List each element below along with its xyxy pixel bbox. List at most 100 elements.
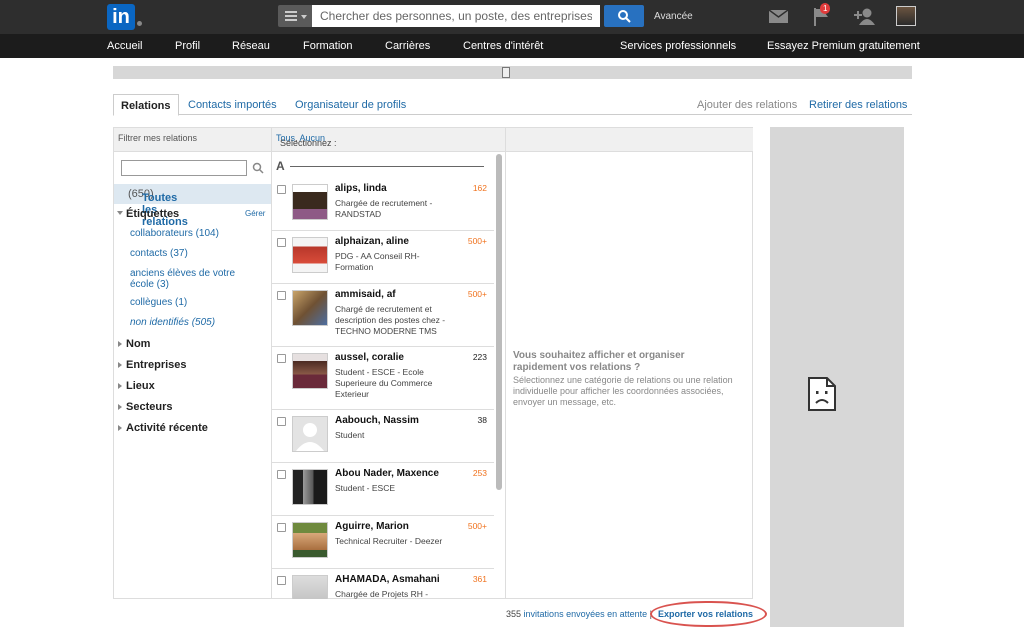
- advanced-search-link[interactable]: Avancée: [654, 11, 693, 22]
- contact-photo[interactable]: [292, 237, 328, 273]
- contact-name[interactable]: Abou Nader, Maxence: [335, 468, 439, 479]
- remove-connections-link[interactable]: Retirer des relations: [809, 99, 907, 111]
- contact-name[interactable]: alips, linda: [335, 183, 387, 194]
- add-connections-link[interactable]: Ajouter des relations: [697, 99, 797, 111]
- filter-title: Filtrer mes relations: [118, 133, 198, 143]
- contact-connection-count: 38: [477, 415, 487, 425]
- tab-relations[interactable]: Relations: [113, 94, 179, 116]
- contact-checkbox[interactable]: [277, 238, 286, 247]
- tag-item[interactable]: contacts (37): [130, 248, 188, 259]
- list-item[interactable]: ammisaid, af Chargé de recrutement et de…: [272, 285, 494, 347]
- contact-checkbox[interactable]: [277, 291, 286, 300]
- contact-name[interactable]: Aabouch, Nassim: [335, 415, 419, 426]
- nav-item-network[interactable]: Réseau: [232, 40, 270, 52]
- search-type-dropdown[interactable]: [278, 5, 312, 27]
- filter-input[interactable]: [121, 160, 247, 176]
- list-item[interactable]: Abou Nader, Maxence Student - ESCE 253: [272, 464, 494, 516]
- scrollbar[interactable]: [496, 154, 502, 490]
- divider: [290, 166, 484, 167]
- caret-down-icon[interactable]: [117, 211, 123, 215]
- contact-checkbox[interactable]: [277, 470, 286, 479]
- tag-item[interactable]: non identifiés (505): [130, 317, 215, 328]
- avatar[interactable]: [896, 6, 916, 26]
- contact-photo[interactable]: [292, 290, 328, 326]
- contact-title: Student - ESCE - Ecole Superieure du Com…: [335, 367, 433, 399]
- contact-name[interactable]: aussel, coralie: [335, 352, 404, 363]
- list-item[interactable]: aussel, coralie Student - ESCE - Ecole S…: [272, 348, 494, 410]
- linkedin-logo[interactable]: in: [107, 4, 135, 30]
- tags-section-title[interactable]: Étiquettes: [126, 208, 179, 220]
- list-item[interactable]: alips, linda Chargée de recrutement - RA…: [272, 179, 494, 231]
- tag-item[interactable]: collaborateurs (104): [130, 228, 219, 239]
- caret-right-icon[interactable]: [118, 383, 122, 389]
- list-item[interactable]: Aabouch, Nassim Student 38: [272, 411, 494, 463]
- broken-image-icon: [502, 67, 510, 78]
- list-item[interactable]: alphaizan, aline PDG - AA Conseil RH-For…: [272, 232, 494, 284]
- detail-header: [505, 128, 753, 152]
- pending-invitations-link[interactable]: invitations envoyées en attente: [524, 609, 648, 619]
- ad-sidebar: [770, 127, 904, 627]
- contacts-list[interactable]: A alips, linda Chargée de recrutement - …: [271, 152, 505, 599]
- select-controls: Sélectionnez : Tous, Aucun: [276, 133, 337, 148]
- contact-photo[interactable]: [292, 353, 328, 389]
- contact-checkbox[interactable]: [277, 576, 286, 585]
- contact-checkbox[interactable]: [277, 354, 286, 363]
- filter-section-industries[interactable]: Secteurs: [126, 401, 172, 413]
- contact-connection-count: 500+: [467, 236, 487, 246]
- list-item[interactable]: AHAMADA, Asmahani Chargée de Projets RH …: [272, 570, 494, 599]
- contact-title: Chargée de Projets RH -: [335, 589, 429, 599]
- nav-item-profile[interactable]: Profil: [175, 40, 200, 52]
- search-button[interactable]: [604, 5, 644, 27]
- caret-right-icon[interactable]: [118, 362, 122, 368]
- sad-document-icon: [808, 377, 836, 411]
- caret-right-icon[interactable]: [118, 404, 122, 410]
- tab-imported-contacts[interactable]: Contacts importés: [188, 99, 277, 111]
- nav-item-home[interactable]: Accueil: [107, 40, 142, 52]
- contact-checkbox[interactable]: [277, 523, 286, 532]
- filter-section-companies[interactable]: Entreprises: [126, 359, 187, 371]
- nav-item-pro-services[interactable]: Services professionnels: [620, 40, 736, 52]
- pending-count: 355: [506, 609, 522, 619]
- tag-item[interactable]: collègues (1): [130, 297, 187, 308]
- nav-item-careers[interactable]: Carrières: [385, 40, 430, 52]
- contact-name[interactable]: Aguirre, Marion: [335, 521, 409, 532]
- nav-item-education[interactable]: Formation: [303, 40, 353, 52]
- contact-photo[interactable]: [292, 416, 328, 452]
- contact-name[interactable]: ammisaid, af: [335, 289, 396, 300]
- filter-section-recent-activity[interactable]: Activité récente: [126, 422, 208, 434]
- search-input[interactable]: [312, 5, 600, 27]
- contact-photo[interactable]: [292, 184, 328, 220]
- select-header: Sélectionnez : Tous, Aucun: [271, 128, 505, 152]
- tag-item[interactable]: anciens élèves de votre école (3): [130, 268, 260, 290]
- nav-item-interests[interactable]: Centres d'intérêt: [463, 40, 543, 52]
- letter-heading: A: [276, 159, 285, 173]
- filter-section-name[interactable]: Nom: [126, 338, 150, 350]
- manage-tags-link[interactable]: Gérer: [245, 209, 265, 218]
- contact-photo[interactable]: [292, 469, 328, 505]
- contact-checkbox[interactable]: [277, 417, 286, 426]
- logo-registered-dot: [137, 21, 142, 26]
- search-icon[interactable]: [252, 162, 264, 174]
- contact-title: Chargé de recrutement et description des…: [335, 304, 446, 336]
- caret-right-icon[interactable]: [118, 341, 122, 347]
- contact-connection-count: 162: [472, 183, 487, 193]
- list-item[interactable]: Aguirre, Marion Technical Recruiter - De…: [272, 517, 494, 569]
- contact-name[interactable]: AHAMADA, Asmahani: [335, 574, 440, 585]
- contact-photo[interactable]: [292, 522, 328, 558]
- filter-all-relations[interactable]: Toutes les relations (650): [114, 184, 271, 228]
- top-bar: in Avancée 1: [0, 0, 1024, 34]
- search-icon: [618, 10, 631, 23]
- caret-right-icon[interactable]: [118, 425, 122, 431]
- add-connection-icon[interactable]: [854, 8, 876, 25]
- mail-icon[interactable]: [769, 10, 788, 23]
- contact-title: PDG - AA Conseil RH-Formation: [335, 251, 420, 272]
- filter-section-locations[interactable]: Lieux: [126, 380, 155, 392]
- tab-profile-organizer[interactable]: Organisateur de profils: [295, 99, 406, 111]
- nav-item-premium[interactable]: Essayez Premium gratuitement: [767, 40, 920, 52]
- contact-photo[interactable]: [292, 575, 328, 599]
- contact-checkbox[interactable]: [277, 185, 286, 194]
- contact-name[interactable]: alphaizan, aline: [335, 236, 409, 247]
- highlight-annotation: [650, 601, 767, 627]
- default-avatar-icon: [296, 423, 324, 451]
- contact-connection-count: 223: [472, 352, 487, 362]
